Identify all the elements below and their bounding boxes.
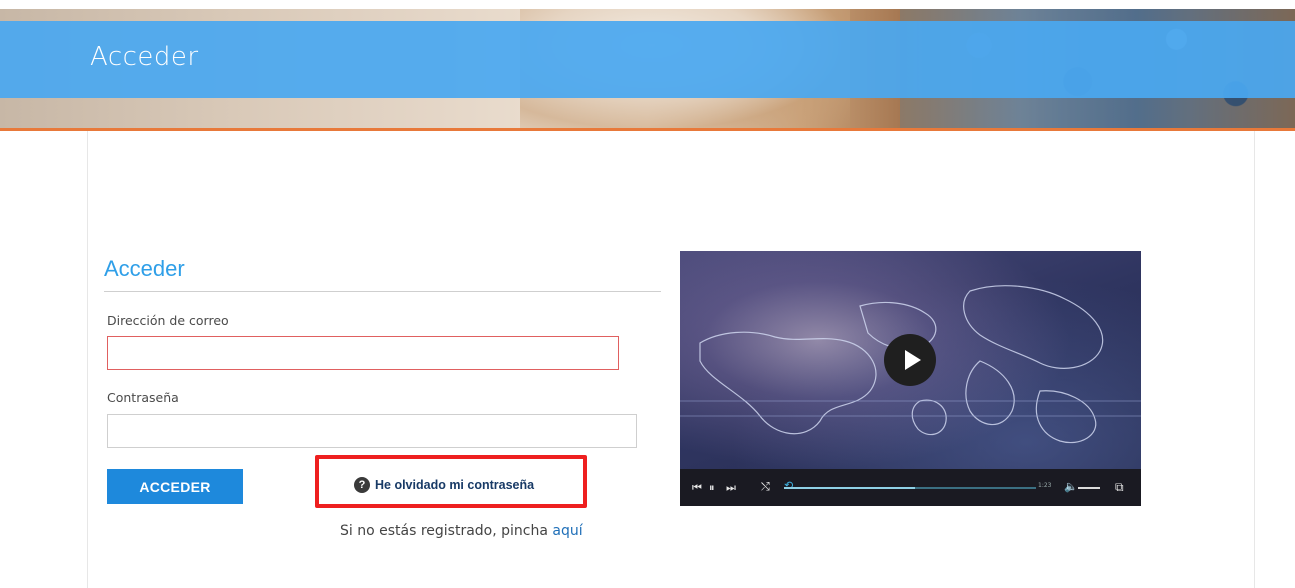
repeat-icon[interactable]: ⟲: [784, 480, 793, 491]
play-icon[interactable]: [884, 334, 936, 386]
volume-slider[interactable]: [1078, 487, 1100, 489]
register-prompt: Si no estás registrado, pincha aquí: [340, 523, 583, 539]
skip-forward-icon[interactable]: ⏭: [726, 482, 736, 493]
shuffle-icon[interactable]: ⤭: [761, 481, 770, 492]
forgot-password-label: He olvidado mi contraseña: [375, 478, 535, 492]
password-field[interactable]: [107, 414, 637, 448]
login-button[interactable]: ACCEDER: [107, 469, 243, 504]
section-divider: [104, 291, 661, 292]
question-circle-icon: ?: [354, 477, 370, 493]
email-label: Dirección de correo: [107, 313, 229, 328]
register-link[interactable]: aquí: [552, 523, 582, 539]
pause-icon[interactable]: ⏸: [709, 482, 715, 493]
register-text: Si no estás registrado, pincha: [340, 523, 548, 539]
password-label: Contraseña: [107, 390, 179, 405]
time-display: 1:23: [1038, 482, 1052, 489]
external-link-icon[interactable]: ⧉: [1115, 481, 1124, 493]
forgot-password-link[interactable]: ? He olvidado mi contraseña: [354, 477, 534, 493]
page-title: Acceder: [90, 42, 199, 72]
login-section-title: Acceder: [104, 256, 185, 281]
progress-fill: [784, 487, 915, 489]
skip-back-icon[interactable]: ⏮: [692, 482, 702, 493]
volume-icon[interactable]: 🔈: [1064, 481, 1078, 492]
email-field[interactable]: [107, 336, 619, 370]
